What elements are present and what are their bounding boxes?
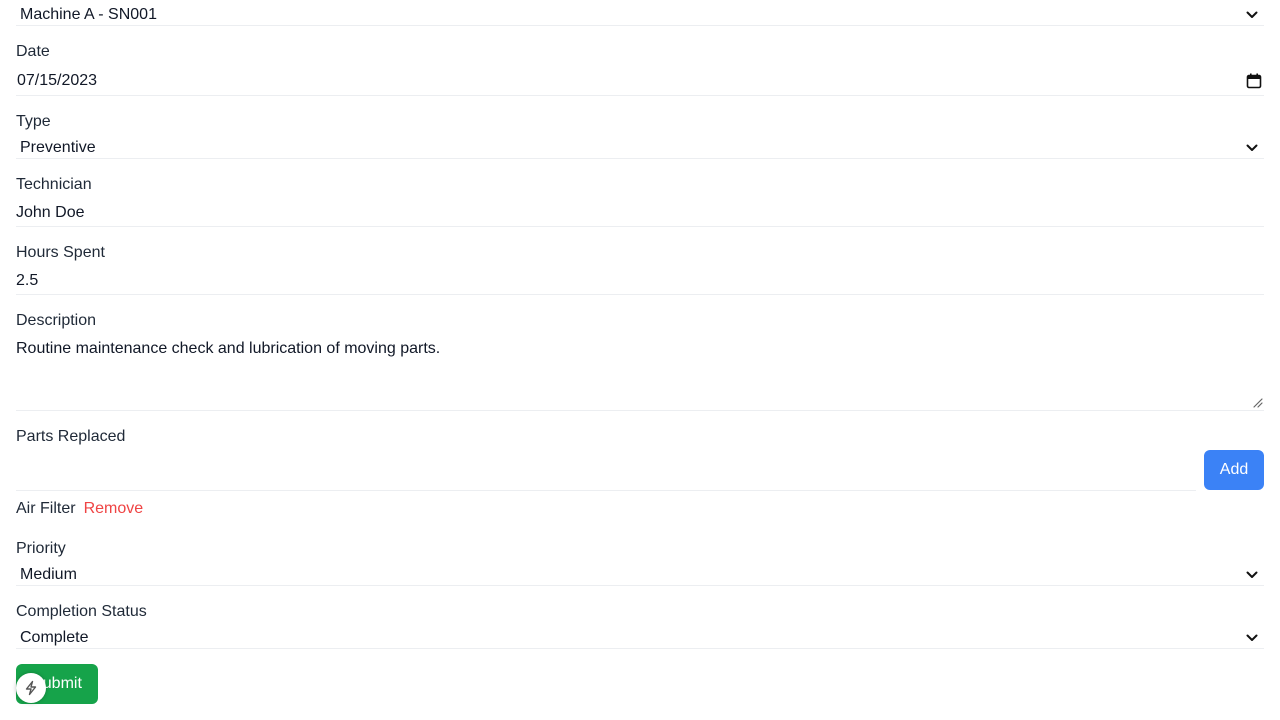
type-label: Type	[16, 113, 51, 130]
completion-select-value: Complete	[20, 628, 89, 646]
priority-label: Priority	[16, 540, 66, 557]
remove-part-button[interactable]: Remove	[84, 500, 144, 518]
maintenance-form: Machine A - SN001 Date 07/15/2023 Type P…	[0, 0, 1280, 720]
calendar-icon[interactable]	[1246, 73, 1262, 89]
chevron-down-icon	[1246, 144, 1258, 151]
hours-input-value: 2.5	[16, 271, 39, 289]
add-part-button[interactable]: Add	[1204, 450, 1264, 490]
machine-select[interactable]: Machine A - SN001	[16, 4, 1264, 26]
machine-select-value: Machine A - SN001	[20, 5, 157, 23]
type-select[interactable]: Preventive	[16, 137, 1264, 159]
completion-label: Completion Status	[16, 603, 147, 620]
part-list-item: Air Filter Remove	[16, 499, 143, 519]
chevron-down-icon	[1246, 11, 1258, 18]
lightning-icon	[25, 680, 37, 696]
chevron-down-icon	[1246, 571, 1258, 578]
chevron-down-icon	[1246, 634, 1258, 641]
completion-select[interactable]: Complete	[16, 627, 1264, 649]
part-input[interactable]	[16, 450, 1196, 491]
technician-label: Technician	[16, 176, 92, 193]
technician-input-value: John Doe	[16, 203, 85, 221]
description-textarea[interactable]: Routine maintenance check and lubricatio…	[16, 334, 1264, 411]
hours-label: Hours Spent	[16, 244, 105, 261]
description-textarea-value: Routine maintenance check and lubricatio…	[16, 340, 441, 357]
date-input[interactable]: 07/15/2023	[16, 66, 1264, 96]
part-name: Air Filter	[16, 500, 76, 517]
type-select-value: Preventive	[20, 138, 96, 156]
description-label: Description	[16, 312, 97, 329]
date-input-value: 07/15/2023	[17, 71, 98, 89]
priority-select-value: Medium	[20, 565, 77, 583]
parts-label: Parts Replaced	[16, 428, 126, 445]
priority-select[interactable]: Medium	[16, 564, 1264, 586]
resize-handle-icon[interactable]	[1251, 396, 1263, 408]
date-label: Date	[16, 43, 50, 60]
technician-input[interactable]: John Doe	[16, 199, 1264, 227]
hours-input[interactable]: 2.5	[16, 267, 1264, 295]
dev-badge[interactable]	[16, 673, 46, 703]
